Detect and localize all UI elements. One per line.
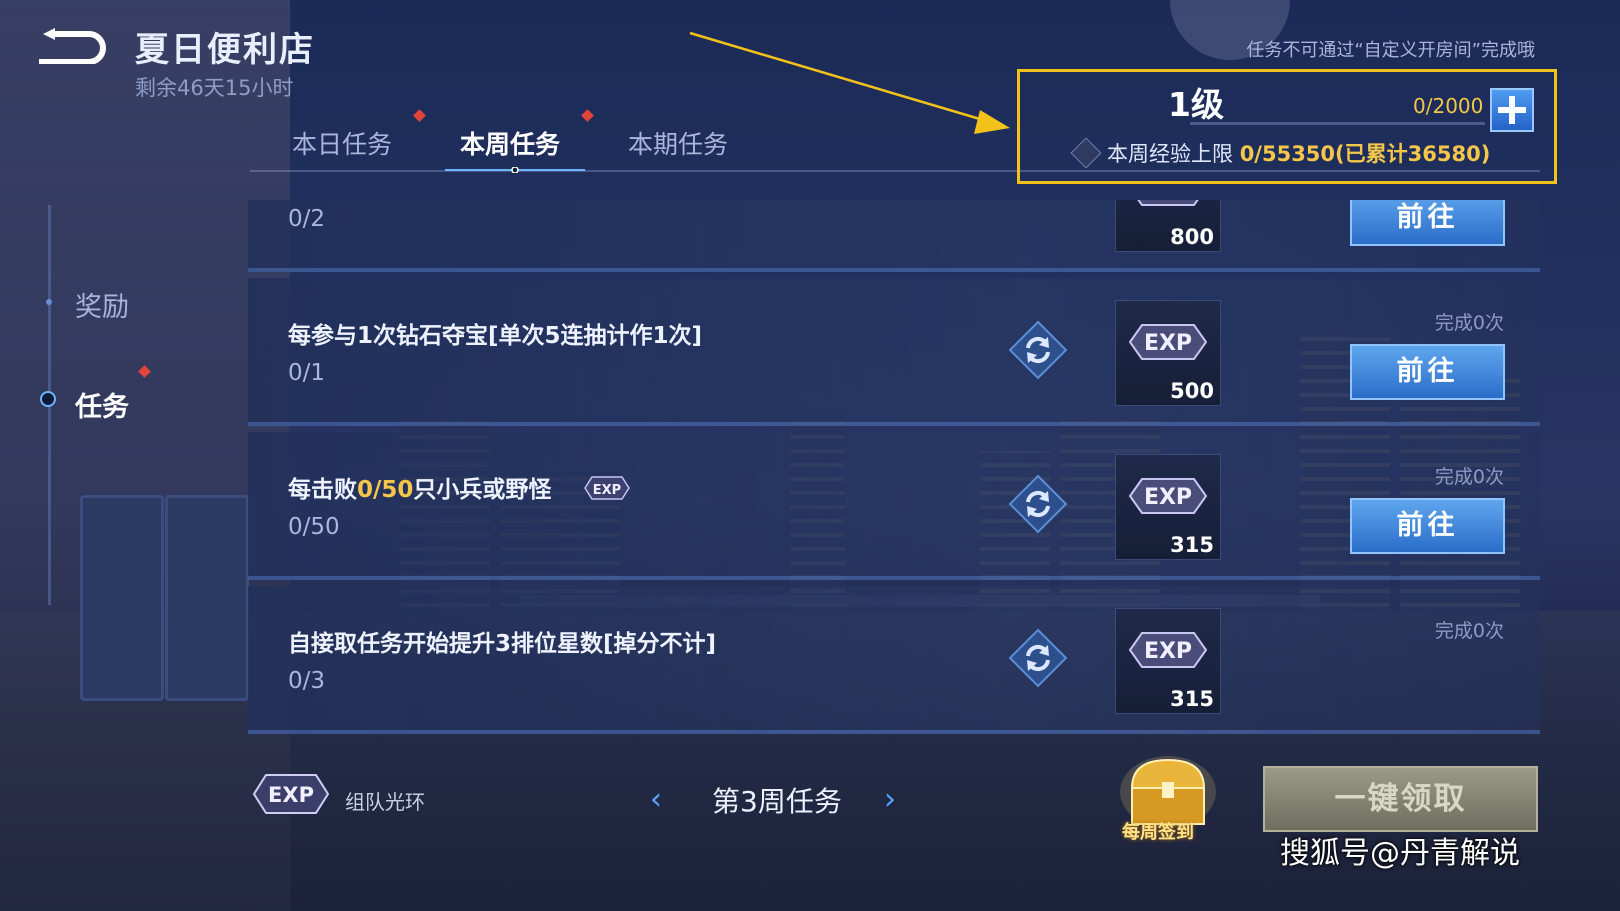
exp-icon-text: EXP — [1144, 485, 1192, 510]
exp-icon-text: EXP — [593, 483, 621, 498]
completion-count: 完成0次 — [1434, 620, 1504, 642]
task-progress: 0/3 — [288, 668, 326, 694]
tab-weekly[interactable]: 本周任务 — [460, 125, 560, 161]
exp-accumulated: (已累计36580) — [1335, 142, 1491, 166]
exp-icon: EXP — [1128, 478, 1208, 514]
exp-reward-box: EXP 800 — [1115, 200, 1221, 252]
next-week-button[interactable]: › — [884, 782, 896, 817]
go-button[interactable]: 前往 — [1350, 344, 1505, 400]
task-list: 0/2 EXP 800 前往 每参与1次钻石夺宝[单次5连抽计作1次] 0/1 … — [248, 200, 1540, 736]
exp-icon-text: EXP — [1144, 200, 1192, 202]
task-name: 每击败0/50只小兵或野怪 EXP — [288, 470, 633, 504]
task-progress: 0/1 — [288, 360, 326, 386]
exp-icon-text: EXP — [268, 783, 314, 807]
add-exp-button[interactable] — [1490, 88, 1534, 132]
exp-limit-value: 0/55350 — [1239, 142, 1336, 166]
exp-icon: EXP — [1128, 632, 1208, 668]
active-tab-indicator — [445, 167, 585, 173]
task-row: 0/2 EXP 800 前往 — [248, 200, 1540, 272]
task-name: 每参与1次钻石夺宝[单次5连抽计作1次] — [288, 323, 703, 349]
task-progress: 0/50 — [288, 514, 340, 540]
team-aura-exp-icon[interactable]: EXP — [250, 772, 332, 816]
exp-icon: EXP — [1137, 200, 1199, 206]
task-row: 自接取任务开始提升3排位星数[掉分不计] 0/3 EXP 315 完成0次 — [248, 586, 1540, 734]
level-progress-bar — [1190, 122, 1485, 125]
weekly-exp-limit: 本周经验上限 0/55350(已累计36580) — [1070, 137, 1491, 169]
exp-limit-label: 本周经验上限 — [1107, 142, 1233, 166]
claim-all-button[interactable]: 一键领取 — [1263, 766, 1538, 832]
task-name-count: 0/50 — [357, 477, 414, 503]
exp-reward-box: EXP 500 — [1115, 300, 1221, 406]
watermark: 搜狐号@丹青解说 — [1280, 836, 1520, 871]
task-name-part: 每击败 — [288, 477, 357, 503]
convenience-store-facade — [0, 0, 290, 911]
vending-machine — [80, 495, 164, 701]
exp-icon-text: EXP — [1144, 331, 1192, 356]
go-button[interactable]: 前往 — [1350, 200, 1505, 246]
exp-reward-box: EXP 315 — [1115, 454, 1221, 560]
side-nav-tasks[interactable]: 任务 — [75, 385, 129, 424]
week-label: 第3周任务 — [712, 785, 842, 818]
exp-reward-value: 500 — [1170, 379, 1214, 403]
task-name-part: 只小兵或野怪 — [413, 477, 552, 503]
level-label: 1级 — [1168, 85, 1224, 124]
exp-reward-box: EXP 315 — [1115, 608, 1221, 714]
plus-icon — [1498, 96, 1526, 124]
back-arrow-icon[interactable] — [35, 28, 107, 64]
tab-season[interactable]: 本期任务 — [628, 125, 728, 161]
task-notice: 任务不可通过“自定义开房间”完成哦 — [1246, 40, 1535, 61]
completion-count: 完成0次 — [1434, 312, 1504, 334]
side-nav-dot — [46, 299, 52, 305]
go-button[interactable]: 前往 — [1350, 498, 1505, 554]
task-progress: 0/2 — [288, 206, 326, 232]
team-aura-label: 组队光环 — [345, 790, 425, 814]
weekly-checkin-label[interactable]: 每周签到 — [1122, 818, 1194, 844]
prev-week-button[interactable]: ‹ — [650, 782, 662, 817]
tab-daily[interactable]: 本日任务 — [292, 125, 392, 161]
exp-icon: EXP — [1128, 324, 1208, 360]
task-row: 每参与1次钻石夺宝[单次5连抽计作1次] 0/1 EXP 500 完成0次 前往 — [248, 278, 1540, 426]
page-title: 夏日便利店 — [135, 30, 315, 70]
task-row: 每击败0/50只小兵或野怪 EXP 0/50 EXP 315 完成0次 前往 — [248, 432, 1540, 580]
exp-reward-value: 800 — [1170, 225, 1214, 249]
level-panel: 1级 0/2000 本周经验上限 0/55350(已累计36580) — [1017, 69, 1557, 184]
exp-reward-value: 315 — [1170, 533, 1214, 557]
level-progress: 0/2000 — [1413, 94, 1484, 118]
time-remaining: 剩余46天15小时 — [135, 76, 294, 100]
refresh-icon[interactable] — [1008, 474, 1068, 534]
exp-icon-text: EXP — [1144, 639, 1192, 664]
refresh-icon[interactable] — [1008, 320, 1068, 380]
exp-icon: EXP — [584, 476, 631, 500]
help-icon[interactable] — [1070, 137, 1102, 169]
exp-reward-value: 315 — [1170, 687, 1214, 711]
task-tabs: 本日任务 本周任务 本期任务 — [250, 109, 1010, 175]
task-name: 自接取任务开始提升3排位星数[掉分不计] — [288, 631, 717, 657]
side-nav-active-dot — [40, 391, 56, 407]
refresh-icon[interactable] — [1008, 628, 1068, 688]
vending-machine — [165, 495, 249, 701]
completion-count: 完成0次 — [1434, 466, 1504, 488]
side-nav-rewards[interactable]: 奖励 — [75, 285, 129, 324]
